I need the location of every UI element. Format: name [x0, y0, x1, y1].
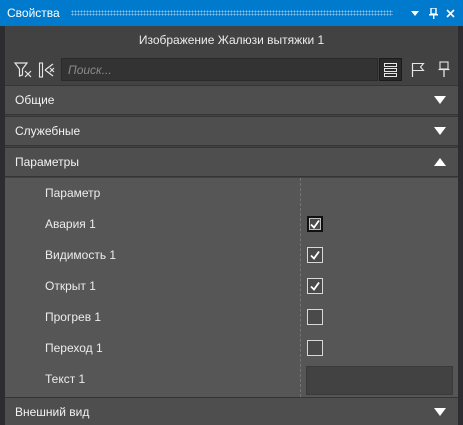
section-general[interactable]: Общие [5, 85, 458, 115]
search-input[interactable] [61, 58, 378, 81]
property-label: Переход 1 [45, 341, 103, 355]
property-row[interactable]: Прогрев 1 [5, 302, 458, 333]
section-label: Параметры [15, 155, 79, 169]
section-parameters-header[interactable]: Параметры [5, 147, 458, 177]
chevron-down-icon[interactable] [434, 96, 446, 104]
property-label: Прогрев 1 [45, 310, 102, 324]
checkbox-alarm[interactable] [307, 216, 323, 232]
window-titlebar[interactable]: Свойства [0, 0, 463, 26]
checkbox-transition[interactable] [307, 340, 323, 356]
list-view-button[interactable] [379, 58, 402, 81]
filter-icon [13, 62, 31, 78]
section-appearance[interactable]: Внешний вид [5, 397, 458, 425]
property-row[interactable]: Текст 1 [5, 364, 458, 395]
chevron-down-icon[interactable] [434, 408, 446, 416]
dropdown-icon[interactable] [408, 5, 422, 21]
section-label: Общие [15, 93, 55, 107]
pin-icon[interactable] [426, 5, 440, 21]
property-label: Авария 1 [45, 217, 96, 231]
titlebar-grip[interactable] [71, 10, 393, 16]
reset-icon [38, 61, 54, 78]
window-title: Свойства [7, 6, 60, 20]
property-label: Открыт 1 [45, 279, 96, 293]
list-view-icon [384, 62, 397, 77]
section-service[interactable]: Служебные [5, 116, 458, 146]
pin-property-button[interactable] [432, 58, 455, 81]
reset-button[interactable] [35, 58, 58, 81]
property-label: Текст 1 [45, 372, 86, 386]
section-label: Внешний вид [15, 405, 90, 419]
parameters-grid: Параметр Авария 1 Видимость 1 Открыт 1 П… [5, 178, 458, 397]
section-label: Служебные [15, 124, 81, 138]
parameters-header-row: Параметр [5, 178, 458, 209]
property-row[interactable]: Открыт 1 [5, 271, 458, 302]
property-label: Видимость 1 [45, 248, 117, 262]
properties-panel: Изображение Жалюзи вытяжки 1 Поиск... Об… [5, 26, 458, 425]
parameters-header: Параметр [45, 186, 101, 200]
checkbox-open[interactable] [307, 278, 323, 294]
checkmark-icon [310, 250, 320, 260]
pin-property-icon [438, 61, 449, 77]
object-title: Изображение Жалюзи вытяжки 1 [138, 33, 325, 47]
filter-button[interactable] [11, 58, 34, 81]
checkmark-icon [310, 219, 320, 229]
chevron-down-icon[interactable] [434, 127, 446, 135]
property-row[interactable]: Авария 1 [5, 209, 458, 240]
text-value-field[interactable] [306, 366, 453, 395]
checkbox-visibility[interactable] [307, 247, 323, 263]
checkmark-icon [310, 281, 320, 291]
close-icon[interactable] [443, 5, 457, 21]
properties-toolbar [5, 55, 458, 83]
flag-icon [411, 62, 425, 77]
chevron-up-icon[interactable] [434, 158, 446, 166]
checkbox-warmup[interactable] [307, 309, 323, 325]
property-row[interactable]: Переход 1 [5, 333, 458, 364]
property-row[interactable]: Видимость 1 [5, 240, 458, 271]
flag-button[interactable] [406, 58, 429, 81]
